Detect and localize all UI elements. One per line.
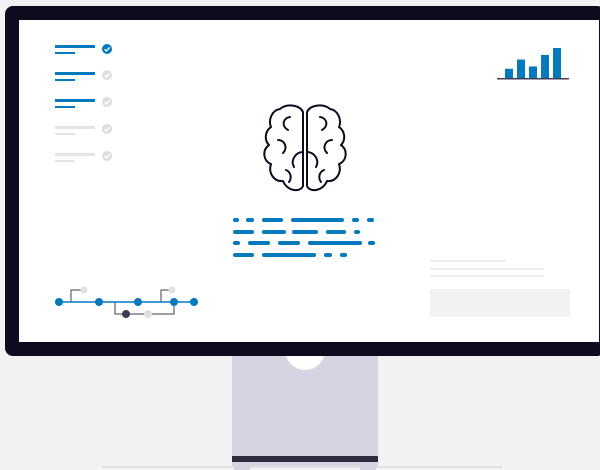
timeline-node[interactable] — [134, 298, 142, 306]
chart-bar — [529, 66, 537, 78]
chart-bar — [541, 54, 549, 78]
chart-bar — [505, 68, 513, 78]
placeholder-button[interactable] — [430, 289, 570, 317]
chart-bar — [553, 48, 561, 78]
chart-baseline — [497, 78, 569, 80]
stand-foot-left — [234, 463, 250, 470]
timeline-node[interactable] — [122, 310, 130, 318]
desk-line — [102, 466, 502, 468]
timeline-node[interactable] — [170, 298, 178, 306]
illustration-stage — [0, 0, 600, 470]
timeline-node[interactable] — [168, 286, 176, 294]
timeline-node[interactable] — [144, 310, 152, 318]
computer-illustration — [5, 6, 600, 470]
timeline-node[interactable] — [190, 298, 198, 306]
check-circle-icon — [102, 44, 112, 54]
timeline-node[interactable] — [55, 298, 63, 306]
timeline-node[interactable] — [80, 286, 88, 294]
check-circle-icon — [102, 97, 112, 107]
monitor-stand-base — [232, 456, 378, 462]
stand-foot-right — [360, 463, 376, 470]
timeline-node[interactable] — [95, 298, 103, 306]
check-circle-icon — [102, 124, 112, 134]
check-circle-icon — [102, 151, 112, 161]
check-circle-icon — [102, 70, 112, 80]
chart-bar — [517, 59, 525, 78]
